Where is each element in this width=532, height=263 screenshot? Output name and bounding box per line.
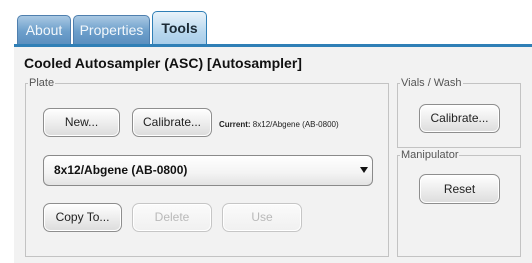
tab-properties[interactable]: Properties <box>73 15 150 44</box>
reset-button[interactable]: Reset <box>419 174 500 204</box>
dropdown-arrow-icon <box>360 167 368 173</box>
tab-strip: About Properties Tools <box>0 0 532 47</box>
new-plate-button[interactable]: New... <box>43 108 120 137</box>
delete-button[interactable]: Delete <box>132 203 212 232</box>
current-plate-value: 8x12/Abgene (AB-0800) <box>252 120 339 129</box>
calibrate-plate-button[interactable]: Calibrate... <box>132 108 212 137</box>
plate-select-value: 8x12/Abgene (AB-0800) <box>54 163 188 177</box>
tab-tools[interactable]: Tools <box>152 11 207 46</box>
current-prefix: Current: <box>219 120 251 129</box>
plate-legend: Plate <box>29 77 55 89</box>
copy-to-button[interactable]: Copy To... <box>43 203 122 232</box>
vials-wash-legend: Vials / Wash <box>401 77 462 89</box>
current-plate-label: Current: 8x12/Abgene (AB-0800) <box>219 120 339 129</box>
plate-select[interactable]: 8x12/Abgene (AB-0800) <box>43 155 373 186</box>
vials-calibrate-button[interactable]: Calibrate... <box>419 104 500 133</box>
page-title: Cooled Autosampler (ASC) [Autosampler] <box>24 55 302 71</box>
manipulator-legend: Manipulator <box>401 149 459 161</box>
use-button[interactable]: Use <box>222 203 302 232</box>
tab-about[interactable]: About <box>17 15 71 44</box>
